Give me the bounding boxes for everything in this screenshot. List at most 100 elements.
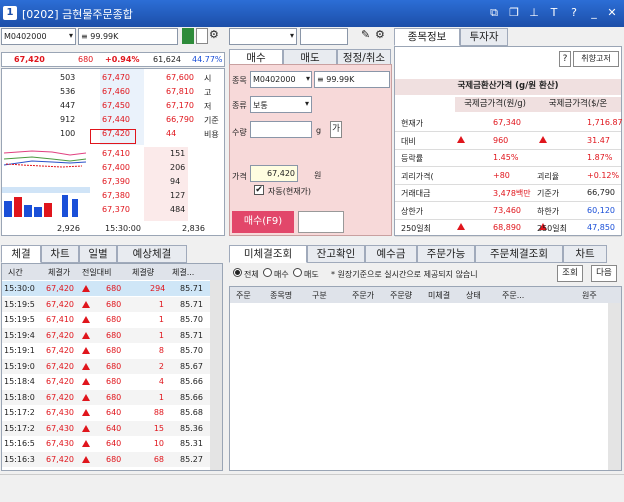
- info-tab-1[interactable]: 투자자: [460, 28, 508, 46]
- col-header: 미체결: [428, 291, 451, 300]
- link-icon[interactable]: ⧉: [486, 5, 502, 21]
- auto-checkbox[interactable]: ✔: [254, 185, 264, 195]
- info-tab-0[interactable]: 종목정보: [394, 28, 460, 46]
- help-icon[interactable]: ?: [566, 5, 582, 21]
- account-select[interactable]: ▾: [229, 28, 297, 45]
- col-header-krw: 국제금가격(원/g): [455, 97, 535, 112]
- help-button[interactable]: ?: [559, 51, 571, 67]
- ask-price[interactable]: 67,450: [102, 101, 130, 110]
- up-triangle-icon: [82, 393, 90, 403]
- info-header: 국제금환산가격 (g/원 환산): [395, 79, 621, 95]
- bid-qty: 151: [170, 149, 186, 158]
- page-icon[interactable]: [196, 28, 208, 44]
- order-form: 종목 M0402000 ▾ ≡ 99.99K 종류 보통 ▾ 수량 g 가 가격 6…: [229, 64, 392, 236]
- info-value: 67,810: [166, 87, 194, 96]
- bid-price[interactable]: 67,390: [102, 177, 130, 186]
- orders-tab-4[interactable]: 주문체결조회: [475, 245, 563, 263]
- password-field[interactable]: [300, 28, 348, 45]
- col-header: 주문가: [352, 291, 375, 300]
- available-button[interactable]: 가: [330, 121, 342, 138]
- trades-tab-1[interactable]: 차트: [41, 245, 79, 263]
- quote-summary: 67,420 680 +0.94% 61,624 44.77%: [1, 52, 225, 67]
- up-triangle-icon: [457, 135, 465, 145]
- ask-qty: 503: [60, 73, 76, 82]
- orders-tab-0[interactable]: 미체결조회: [229, 245, 307, 263]
- up-triangle-icon: [82, 362, 90, 372]
- up-triangle-icon: [82, 331, 90, 341]
- ask-price[interactable]: 67,460: [102, 87, 130, 96]
- bid-qty: 206: [170, 163, 186, 172]
- edit-icon[interactable]: ✎: [361, 28, 370, 41]
- filter-bar: 전체 매수 매도 * 원장기준으로 실시간으로 제공되지 않습니 조회 다음: [229, 264, 622, 284]
- bid-price[interactable]: 67,410: [102, 149, 130, 158]
- trades-grid: 시간 체결가 전일대비 체결량 체결... 15:30:0 67,420 680 294 85.…: [1, 263, 223, 471]
- bid-price[interactable]: 67,370: [102, 205, 130, 214]
- stock-code-input[interactable]: M0402000 ▾: [1, 28, 76, 45]
- col-header: 체결량: [132, 268, 155, 277]
- trades-tab-2[interactable]: 일별: [79, 245, 117, 263]
- col-header: 원주: [582, 291, 597, 300]
- info-value: 67,600: [166, 73, 194, 82]
- col-header: 체결...: [172, 268, 195, 277]
- order-type-select[interactable]: 보통 ▾: [250, 96, 312, 113]
- up-triangle-icon: [539, 135, 547, 145]
- mini-chart: [2, 147, 90, 221]
- ask-price[interactable]: 67,440: [102, 115, 130, 124]
- orders-tab-2[interactable]: 예수금: [365, 245, 417, 263]
- ask-qty: 100: [60, 129, 76, 138]
- pin-icon[interactable]: ⊥: [526, 5, 542, 21]
- status-bar: [0, 474, 624, 502]
- up-triangle-icon: [82, 378, 90, 387]
- copy-icon[interactable]: ❐: [506, 5, 522, 21]
- info-label: 시: [204, 74, 212, 83]
- orders-tab-3[interactable]: 주문가능: [417, 245, 475, 263]
- col-header: 체결가: [48, 268, 71, 277]
- up-triangle-icon: [82, 316, 90, 325]
- close-icon[interactable]: ✕: [604, 5, 620, 21]
- green-icon[interactable]: [182, 28, 194, 44]
- ask-qty: 447: [60, 101, 76, 110]
- radio-1[interactable]: [263, 268, 272, 277]
- buy-button[interactable]: 매수(F9): [232, 211, 294, 233]
- next-button[interactable]: 다음: [591, 265, 617, 282]
- bid-qty: 484: [170, 205, 186, 214]
- ask-price[interactable]: 67,470: [102, 73, 130, 82]
- col-header: 주문량: [390, 291, 413, 300]
- query-button[interactable]: 조회: [557, 265, 583, 282]
- title-bar: 1 [0202] 금현물주문종합 ⧉ ❐ ⊥ T ? _ ✕: [0, 0, 624, 27]
- order-qty-display: [298, 211, 344, 233]
- scrollbar-2[interactable]: [608, 303, 621, 470]
- minimize-icon[interactable]: _: [586, 5, 602, 21]
- col-header: 종목명: [270, 291, 293, 300]
- orders-tab-5[interactable]: 차트: [563, 245, 607, 263]
- ask-qty: 912: [60, 115, 76, 124]
- window-number: 1: [3, 6, 17, 20]
- info-value: 44: [166, 129, 177, 138]
- scrollbar[interactable]: [210, 280, 222, 470]
- orderbook: 503 67,470 67,600 시 536 67,460 67,810 고 447 67,45…: [1, 68, 225, 236]
- price-input[interactable]: 67,420: [250, 165, 298, 182]
- bid-price[interactable]: 67,380: [102, 191, 130, 200]
- up-triangle-icon: [82, 347, 90, 356]
- col-header: 시간: [8, 268, 23, 277]
- gear-icon-2[interactable]: ⚙: [375, 28, 385, 41]
- trades-tab-0[interactable]: 체결: [1, 245, 41, 263]
- high-low-button[interactable]: 취향고저: [573, 51, 619, 67]
- col-header: 구분: [312, 291, 327, 300]
- ask-qty: 536: [60, 87, 76, 96]
- info-label: 고: [204, 88, 212, 97]
- col-header: 상태: [466, 291, 481, 300]
- radio-2[interactable]: [293, 268, 302, 277]
- orders-tab-1[interactable]: 잔고확인: [307, 245, 365, 263]
- gear-icon[interactable]: ⚙: [209, 28, 221, 44]
- info-label: 기준: [204, 116, 219, 125]
- up-triangle-icon: [82, 440, 90, 449]
- bid-price[interactable]: 67,400: [102, 163, 130, 172]
- font-icon[interactable]: T: [546, 5, 562, 21]
- col-header: 전일대비: [82, 268, 112, 277]
- current-price-box: [90, 129, 136, 144]
- trades-tab-3[interactable]: 예상체결: [117, 245, 187, 263]
- info-label: 비용: [204, 130, 219, 139]
- quantity-input[interactable]: [250, 121, 312, 138]
- info-value: 67,170: [166, 101, 194, 110]
